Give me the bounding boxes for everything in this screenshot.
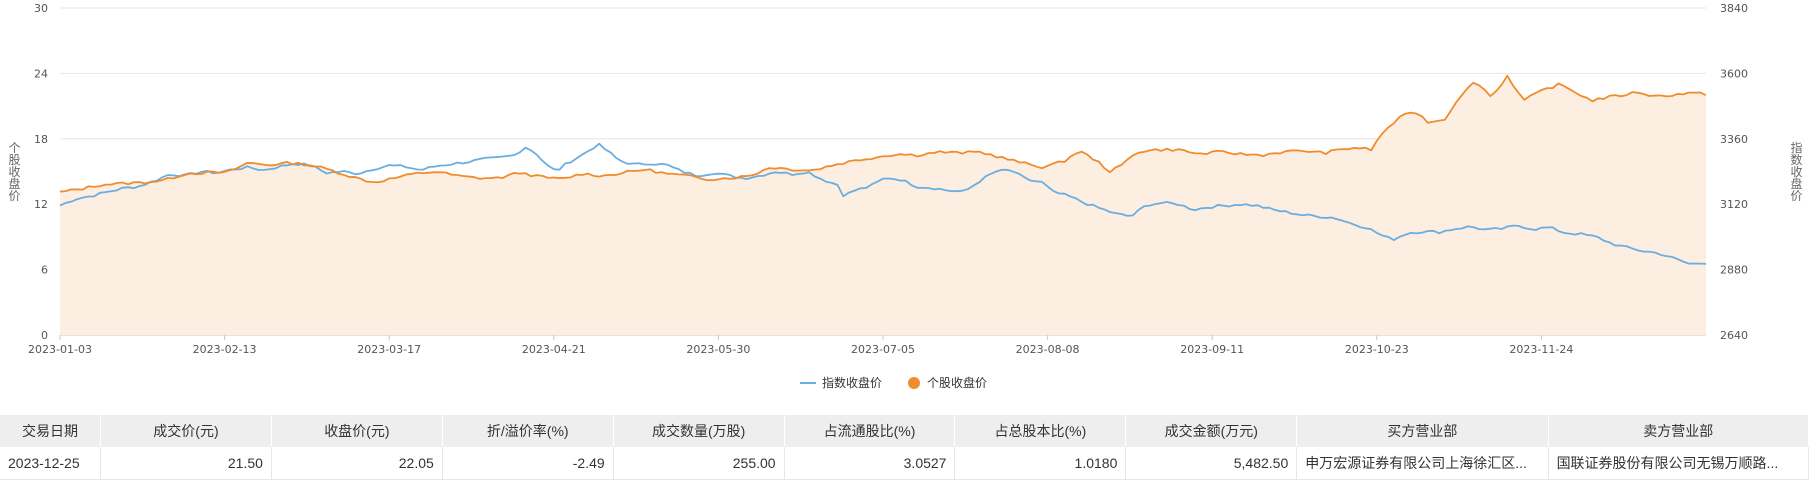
cell-float-share-ratio: 3.0527 xyxy=(784,447,956,480)
y-right-axis-title: 指数收盘价 xyxy=(1789,140,1803,201)
x-tick-label: 2023-02-13 xyxy=(193,343,257,356)
cell-amount: 5,482.50 xyxy=(1125,447,1298,480)
table-row: 2023-12-25 21.50 22.05 -2.49 255.00 3.05… xyxy=(0,447,1809,480)
y-right-tick-label: 3840 xyxy=(1720,2,1748,15)
y-left-tick-label: 18 xyxy=(34,133,48,146)
y-left-axis-title: 个股收盘价 xyxy=(7,141,21,201)
header-trade-date: 交易日期 xyxy=(0,415,102,447)
table-header-row: 交易日期 成交价(元) 收盘价(元) 折/溢价率(%) 成交数量(万股) 占流通… xyxy=(0,415,1809,447)
y-right-tick-label: 3600 xyxy=(1720,67,1748,80)
header-seller: 卖方营业部 xyxy=(1548,415,1809,447)
cell-close-price: 22.05 xyxy=(271,447,443,480)
header-volume: 成交数量(万股) xyxy=(613,415,785,447)
header-buyer: 买方营业部 xyxy=(1296,415,1549,447)
y-left-tick-label: 0 xyxy=(41,329,48,342)
block-trade-table: 交易日期 成交价(元) 收盘价(元) 折/溢价率(%) 成交数量(万股) 占流通… xyxy=(0,415,1809,480)
x-tick-label: 2023-01-03 xyxy=(28,343,92,356)
header-premium-rate: 折/溢价率(%) xyxy=(442,415,614,447)
line-chart: 0 6 12 18 24 30 2640 2880 3120 3360 3600 3840 2023-0… xyxy=(7,2,1803,390)
y-left-tick-label: 6 xyxy=(41,264,48,277)
header-trade-price: 成交价(元) xyxy=(100,415,272,447)
y-left-tick-label: 24 xyxy=(34,67,48,80)
stock-price-area xyxy=(60,75,1706,336)
y-right-tick-label: 2880 xyxy=(1720,264,1748,277)
cell-total-share-ratio: 1.0180 xyxy=(954,447,1127,480)
x-tick-label: 2023-08-08 xyxy=(1016,343,1080,356)
cell-seller[interactable]: 国联证券股份有限公司无锡万顺路... xyxy=(1548,447,1809,480)
header-close-price: 收盘价(元) xyxy=(271,415,443,447)
x-tick-label: 2023-04-21 xyxy=(522,343,586,356)
y-right-tick-label: 3120 xyxy=(1720,198,1748,211)
cell-buyer[interactable]: 申万宏源证券有限公司上海徐汇区... xyxy=(1296,447,1549,480)
y-right-tick-label: 2640 xyxy=(1720,329,1748,342)
x-tick-label: 2023-05-30 xyxy=(686,343,750,356)
stock-vs-index-chart: 0 6 12 18 24 30 2640 2880 3120 3360 3600 3840 2023-0… xyxy=(0,0,1809,405)
x-tick-label: 2023-09-11 xyxy=(1180,343,1244,356)
header-amount: 成交金额(万元) xyxy=(1125,415,1298,447)
legend-stock-label: 个股收盘价 xyxy=(927,375,987,390)
header-float-share-ratio: 占流通股比(%) xyxy=(784,415,956,447)
cell-premium-rate: -2.49 xyxy=(442,447,614,480)
legend-stock-swatch xyxy=(908,377,920,389)
x-tick-label: 2023-10-23 xyxy=(1345,343,1409,356)
stock-area-fill xyxy=(60,75,1706,336)
x-tick-label: 2023-11-24 xyxy=(1509,343,1573,356)
y-left-tick-label: 30 xyxy=(34,2,48,15)
cell-trade-price: 21.50 xyxy=(100,447,272,480)
cell-trade-date: 2023-12-25 xyxy=(0,447,102,480)
x-tick-label: 2023-07-05 xyxy=(851,343,915,356)
y-right-tick-label: 3360 xyxy=(1720,133,1748,146)
x-tick-label: 2023-03-17 xyxy=(357,343,421,356)
legend[interactable]: 指数收盘价 个股收盘价 xyxy=(800,375,987,390)
cell-volume: 255.00 xyxy=(613,447,785,480)
y-left-tick-label: 12 xyxy=(34,198,48,211)
header-total-share-ratio: 占总股本比(%) xyxy=(954,415,1127,447)
legend-index-label: 指数收盘价 xyxy=(822,375,882,390)
